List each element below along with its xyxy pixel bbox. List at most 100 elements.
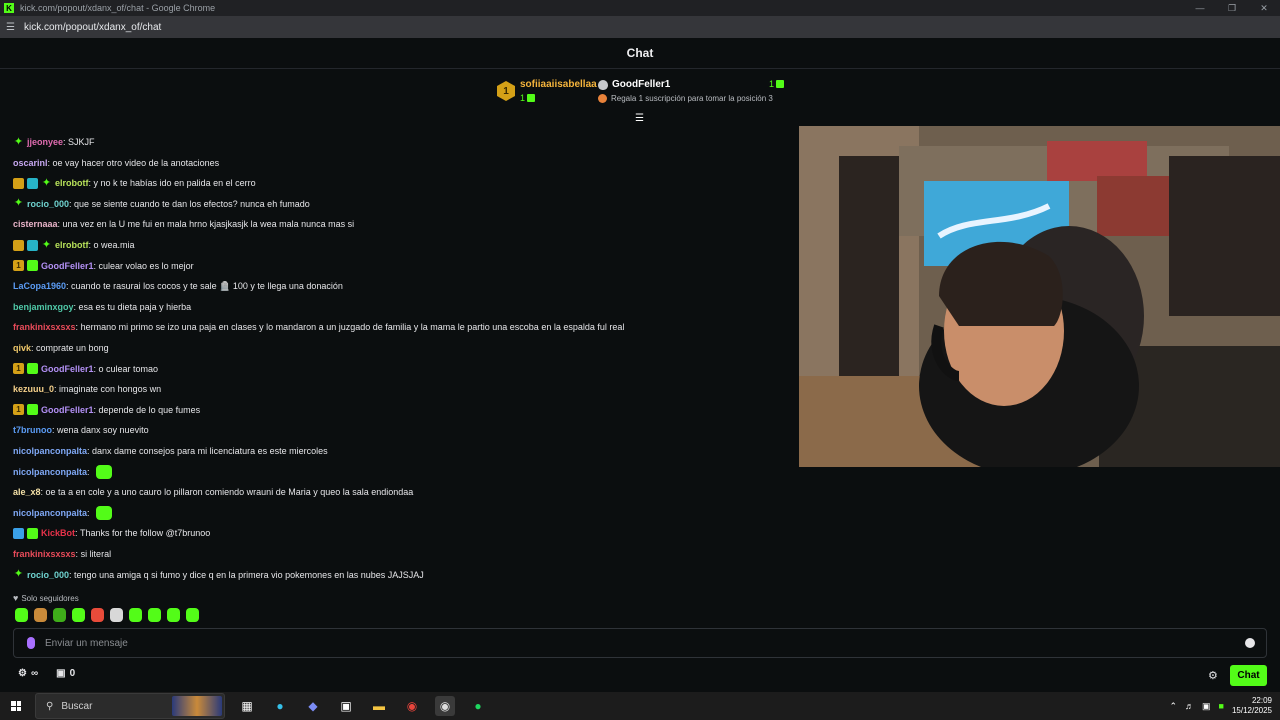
tray-chevron-icon[interactable]: ⌃ (1169, 701, 1177, 712)
chat-message[interactable]: kezuuu_0: imaginate con hongos wn (13, 380, 161, 398)
chat-message[interactable]: ✦ jjeonyee: SJKJF (13, 133, 95, 151)
chat-message[interactable]: LaCopa1960: cuando te rasurai los cocos … (13, 277, 343, 295)
chat-username[interactable]: benjaminxgoy (13, 302, 74, 312)
emote-button[interactable] (34, 608, 47, 622)
chat-message[interactable]: cisternaaa: una vez en la U me fui en ma… (13, 215, 354, 233)
chat-username[interactable]: GoodFeller1 (41, 364, 94, 374)
emote-button[interactable] (72, 608, 85, 622)
emote-button[interactable] (53, 608, 66, 622)
chat-username[interactable]: LaCopa1960 (13, 281, 66, 291)
chat-message[interactable]: t7brunoo: wena danx soy nuevito (13, 421, 149, 439)
chat-message[interactable]: ale_x8: oe ta a en cole y a uno cauro lo… (13, 483, 413, 501)
chat-username[interactable]: kezuuu_0 (13, 384, 54, 394)
chat-username[interactable]: qivk (13, 343, 31, 353)
chat-username[interactable]: GoodFeller1 (41, 405, 94, 415)
obs-icon[interactable]: ◉ (435, 696, 455, 716)
sparkle-badge-icon[interactable]: ✦ (13, 198, 24, 209)
emote-button[interactable] (129, 608, 142, 622)
chat-username[interactable]: nicolpanconpalta (13, 446, 87, 456)
chat-message[interactable]: benjaminxgoy: esa es tu dieta paja y hie… (13, 298, 191, 316)
chat-username[interactable]: GoodFeller1 (41, 261, 94, 271)
verified-badge-icon[interactable] (27, 527, 38, 539)
sub-badge-icon[interactable] (27, 239, 38, 251)
gifter-badge-icon[interactable] (27, 404, 38, 416)
chat-username[interactable]: KickBot (41, 528, 75, 538)
sparkle-badge-icon[interactable]: ✦ (41, 177, 52, 189)
chat-message[interactable]: KickBot: Thanks for the follow @t7brunoo (13, 524, 210, 542)
chat-username[interactable]: nicolpanconpalta (13, 508, 87, 518)
taskbar-search[interactable]: ⚲ Buscar (35, 693, 225, 719)
windows-start-icon[interactable] (11, 701, 21, 711)
microphone-icon[interactable] (27, 637, 35, 649)
gift-button[interactable]: ▣ 0 (56, 668, 75, 679)
emote-button[interactable] (167, 608, 180, 622)
chat-message[interactable]: ✦ elrobotf: y no k te habías ido en palid… (13, 174, 256, 192)
message-input-box[interactable] (13, 628, 1267, 658)
chat-message[interactable]: nicolpanconpalta: (13, 463, 113, 481)
leaderboard-second[interactable]: GoodFeller1 Regala 1 suscripción para to… (598, 79, 773, 103)
chat-message[interactable]: 1 GoodFeller1: depende de lo que fumes (13, 401, 200, 419)
emote-button[interactable] (91, 608, 104, 622)
chat-message[interactable]: ✦ elrobotf: o wea.mia (13, 236, 135, 254)
sub-badge-icon[interactable] (27, 177, 38, 189)
edge-icon[interactable]: ● (270, 696, 290, 716)
chrome-icon[interactable]: ◉ (402, 696, 422, 716)
bot-badge-icon[interactable] (13, 527, 24, 539)
chat-username[interactable]: frankinixsxsxs (13, 549, 76, 559)
chat-message[interactable]: frankinixsxsxs: si literal (13, 545, 111, 563)
sparkle-badge-icon[interactable]: ✦ (41, 239, 52, 251)
task-view-icon[interactable]: ▦ (237, 696, 257, 716)
stream-video[interactable] (799, 126, 1280, 467)
chat-message[interactable]: oscarinl: oe vay hacer otro video de la … (13, 154, 219, 172)
site-info-icon[interactable]: ☰ (6, 22, 18, 33)
chat-username[interactable]: oscarinl (13, 158, 48, 168)
chat-message[interactable]: ✦ rocio_000: que se siente cuando te dan … (13, 195, 310, 213)
network-icon[interactable]: ▣ (1202, 701, 1211, 712)
chat-username[interactable]: rocio_000 (27, 570, 69, 580)
chat-username[interactable]: elrobotf (55, 240, 89, 250)
leaderboard-second-name[interactable]: GoodFeller1 (612, 79, 670, 90)
chat-username[interactable]: rocio_000 (27, 199, 69, 209)
crown-badge-icon[interactable] (13, 177, 24, 189)
emote-button[interactable] (110, 608, 123, 622)
chat-message[interactable]: 1 GoodFeller1: culear volao es lo mejor (13, 257, 194, 275)
restore-icon[interactable]: ❐ (1216, 0, 1248, 16)
chat-username[interactable]: nicolpanconpalta (13, 467, 87, 477)
send-chat-button[interactable]: Chat (1230, 665, 1267, 686)
copilot-icon[interactable]: ◆ (303, 696, 323, 716)
chat-username[interactable]: cisternaaa (13, 219, 58, 229)
spotify-icon[interactable]: ● (468, 696, 488, 716)
rank-badge-icon[interactable]: 1 (13, 260, 24, 272)
gifter-badge-icon[interactable] (27, 260, 38, 272)
clock[interactable]: 22:09 15/12/2025 (1232, 696, 1272, 716)
leaderboard-first-name[interactable]: sofiiaaiisabellaa (520, 79, 597, 90)
chat-username[interactable]: t7brunoo (13, 425, 52, 435)
close-icon[interactable]: ✕ (1248, 0, 1280, 16)
volume-icon[interactable]: ♬ (1185, 701, 1194, 711)
chat-message[interactable]: ✦ rocio_000: tengo una amiga q si fumo y … (13, 566, 424, 584)
app-tray-icon[interactable]: ■ (1219, 701, 1224, 711)
chat-username[interactable]: jjeonyee (27, 137, 63, 147)
store-icon[interactable]: ▣ (336, 696, 356, 716)
points-button[interactable]: ⚙ ∞ (18, 668, 38, 679)
chat-message[interactable]: 1 GoodFeller1: o culear tomao (13, 360, 158, 378)
sparkle-badge-icon[interactable]: ✦ (13, 569, 24, 580)
crown-badge-icon[interactable] (13, 239, 24, 251)
gifter-badge-icon[interactable] (27, 363, 38, 375)
leaderboard-first[interactable]: 1 sofiiaaiisabellaa 1 (497, 79, 597, 103)
rank-badge-icon[interactable]: 1 (13, 363, 24, 375)
url-text[interactable]: kick.com/popout/xdanx_of/chat (24, 22, 161, 33)
chat-username[interactable]: elrobotf (55, 178, 89, 188)
chat-messages[interactable]: ✦ jjeonyee: SJKJF oscarinl: oe vay hacer o… (0, 119, 800, 589)
emoji-icon[interactable] (1245, 638, 1255, 648)
message-input[interactable] (45, 637, 1245, 649)
rank-badge-icon[interactable]: 1 (13, 404, 24, 416)
file-explorer-icon[interactable]: ▬ (369, 696, 389, 716)
chat-message[interactable]: nicolpanconpalta: (13, 504, 113, 522)
chat-message[interactable]: qivk: comprate un bong (13, 339, 109, 357)
emote-button[interactable] (148, 608, 161, 622)
minimize-icon[interactable]: — (1184, 0, 1216, 16)
chat-username[interactable]: ale_x8 (13, 487, 41, 497)
address-bar[interactable]: ☰ kick.com/popout/xdanx_of/chat (0, 16, 1280, 38)
settings-gear-icon[interactable]: ⚙ (1208, 669, 1218, 682)
